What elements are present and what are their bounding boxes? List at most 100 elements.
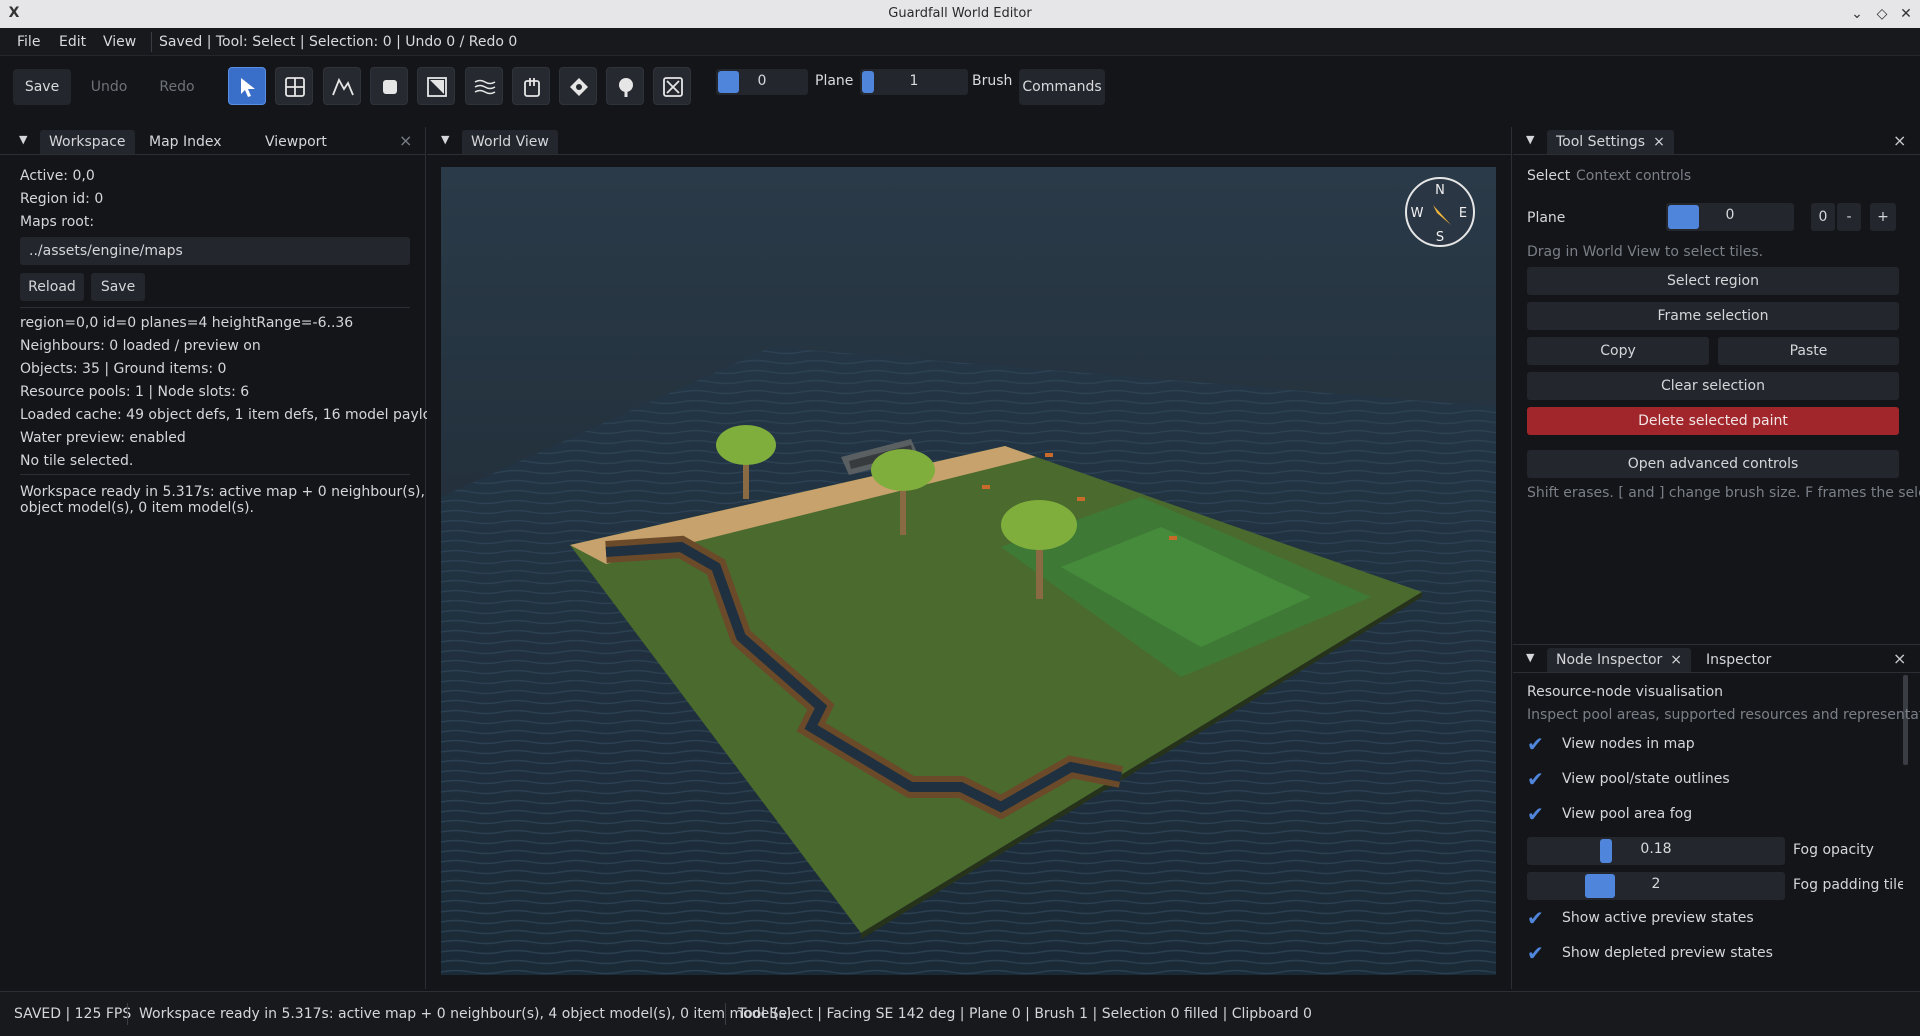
tab-map-index[interactable]: Map Index [140,130,231,154]
ts-plane-number[interactable]: 0 [1811,203,1835,231]
region-id: Region id: 0 [20,191,104,207]
compass-e: E [1459,206,1467,221]
water-tool-button[interactable] [465,67,503,105]
tree-trunk [900,485,906,535]
close-icon[interactable]: × [1893,649,1906,668]
window-title: Guardfall World Editor [888,6,1032,21]
fog-opacity-value: 0.18 [1640,841,1672,857]
tab-world-view[interactable]: World View [462,130,558,154]
copy-button[interactable]: Copy [1527,337,1709,365]
tab-workspace[interactable]: Workspace [40,130,135,154]
node-tool-button[interactable] [559,67,597,105]
fog-padding-slider[interactable]: 2 [1527,872,1785,900]
tab-tool-settings[interactable]: Tool Settings × [1547,130,1674,154]
redo-button[interactable]: Redo [148,69,206,105]
tab-close-icon[interactable]: × [1653,134,1665,150]
delete-paint-button[interactable]: Delete selected paint [1527,407,1899,435]
slope-tool-button[interactable] [417,67,455,105]
resource-node-marker [1045,453,1053,457]
advanced-controls-button[interactable]: Open advanced controls [1527,450,1899,478]
close-window-icon[interactable]: ✕ [1896,4,1916,24]
info-line: Resource pools: 1 | Node slots: 6 [20,384,250,400]
context-label: Context controls [1576,168,1692,184]
tab-node-inspector[interactable]: Node Inspector × [1547,648,1692,672]
decrement-button[interactable]: - [1837,203,1861,231]
maps-root-label: Maps root: [20,214,95,230]
check-icon: ✔ [1527,767,1544,791]
undo-button[interactable]: Undo [80,69,138,105]
shortcut-hint: Shift erases. [ and ] change brush size.… [1527,485,1920,501]
menu-view[interactable]: View [103,34,136,50]
active-coords: Active: 0,0 [20,168,95,184]
close-icon[interactable]: × [399,131,412,150]
plane-slider[interactable]: 0 [716,69,808,95]
menu-separator [151,32,152,52]
tab-viewport[interactable]: Viewport [256,130,336,154]
brush-slider[interactable]: 1 [860,69,968,95]
check-icon: ✔ [1527,802,1544,826]
grid-tool-button[interactable] [275,67,313,105]
status-saved: SAVED | 125 FPS [14,1006,132,1022]
world-viewport[interactable]: N E S W [441,167,1496,975]
status-separator [725,1003,726,1025]
select-tool-icon [241,78,255,97]
mode-label: Select [1527,168,1571,184]
workspace-tabbar: ▼ Workspace Map Index Viewport × [0,127,425,155]
fog-padding-label: Fog padding tile: [1793,877,1903,893]
clear-selection-button[interactable]: Clear selection [1527,372,1899,400]
info-line: Water preview: enabled [20,430,186,446]
collapse-icon[interactable]: ▼ [1526,652,1538,664]
increment-button[interactable]: + [1870,203,1896,231]
compass-s: S [1436,230,1444,245]
compass[interactable]: N E S W [1405,177,1475,247]
select-tool-button[interactable] [228,67,266,105]
status-separator [127,1003,128,1025]
clear-tool-icon [663,77,683,97]
save-button[interactable]: Save [13,69,71,105]
tab-close-icon[interactable]: × [1670,652,1682,668]
collapse-icon[interactable]: ▼ [1526,134,1538,146]
menu-edit[interactable]: Edit [59,34,86,50]
status-bar: SAVED | 125 FPS Workspace ready in 5.317… [0,991,1920,1036]
ts-plane-label: Plane [1527,210,1566,226]
menu-bar: File Edit View Saved | Tool: Select | Se… [0,28,1920,56]
fog-opacity-slider[interactable]: 0.18 [1527,837,1785,865]
status-tool: Tool Select | Facing SE 142 deg | Plane … [738,1006,1312,1022]
node-tool-icon [570,78,588,96]
log-line: object model(s), 0 item model(s). [20,500,255,516]
plane-label: Plane [815,73,854,89]
tree-tool-icon [619,78,633,97]
title-bar: X Guardfall World Editor ⌄ ◇ ✕ [0,0,1920,28]
check-icon: ✔ [1527,941,1544,965]
minimize-icon[interactable]: ⌄ [1847,4,1867,24]
collapse-icon[interactable]: ▼ [441,134,453,146]
paint-tool-button[interactable] [370,67,408,105]
fog-padding-value: 2 [1651,876,1661,892]
maps-root-input[interactable]: ../assets/engine/maps [20,237,410,265]
terrain-tool-button[interactable] [323,67,361,105]
frame-selection-button[interactable]: Frame selection [1527,302,1899,330]
resource-node-marker [982,485,990,489]
select-hint: Drag in World View to select tiles. [1527,244,1764,260]
object-tool-button[interactable] [512,67,550,105]
commands-button[interactable]: Commands [1019,69,1105,105]
reload-button[interactable]: Reload [20,273,84,301]
brush-slider-value: 1 [909,73,919,89]
water-tool-icon [474,79,496,95]
log-line: Workspace ready in 5.317s: active map + … [20,484,439,500]
ts-plane-slider[interactable]: 0 [1666,203,1794,231]
collapse-icon[interactable]: ▼ [19,134,31,146]
maximize-icon[interactable]: ◇ [1872,4,1892,24]
paste-button[interactable]: Paste [1718,337,1899,365]
workspace-save-button[interactable]: Save [91,273,145,301]
terrain-tool-icon [332,77,354,96]
tree-tool-button[interactable] [606,67,644,105]
menu-file[interactable]: File [17,34,40,50]
world-scene[interactable]: N E S W [441,167,1496,975]
resource-node-marker [1169,536,1177,540]
clear-tool-button[interactable] [653,67,691,105]
tab-inspector[interactable]: Inspector [1697,648,1780,672]
divider [20,307,410,308]
select-region-button[interactable]: Select region [1527,267,1899,295]
close-icon[interactable]: × [1893,131,1906,150]
